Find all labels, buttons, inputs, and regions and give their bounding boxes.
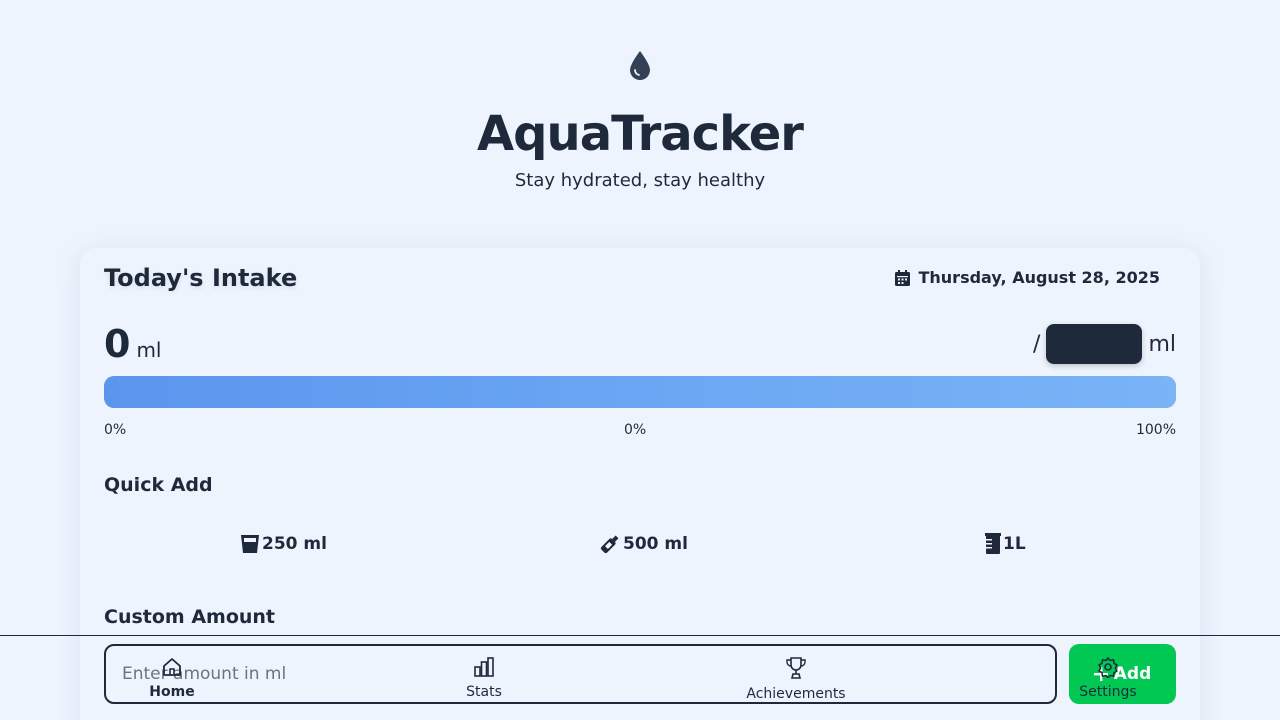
nav-label: Home <box>149 684 195 700</box>
water-drop-icon <box>630 51 650 80</box>
quick-add-label: 250 ml <box>262 534 327 554</box>
date-text: Thursday, August 28, 2025 <box>918 268 1160 287</box>
nav-item-stats[interactable]: Stats <box>404 656 564 700</box>
quick-add-1l-button[interactable]: 1L <box>985 530 1026 558</box>
current-intake-unit: ml <box>136 338 162 362</box>
nav-item-home[interactable]: Home <box>92 656 252 700</box>
app-subtitle: Stay hydrated, stay healthy <box>514 170 766 191</box>
gear-icon <box>1098 657 1118 678</box>
nav-label: Stats <box>466 684 502 700</box>
quick-add-label: 1L <box>1003 534 1026 554</box>
bottle-icon <box>600 535 619 554</box>
intake-title: Today's Intake <box>104 264 298 292</box>
progress-bar <box>104 376 1176 408</box>
progress-label-current: 0% <box>624 422 647 438</box>
home-icon <box>163 658 181 676</box>
quick-add-title: Quick Add <box>104 474 213 496</box>
nav-label: Achievements <box>746 686 846 702</box>
nav-item-achievements[interactable]: Achievements <box>716 656 876 702</box>
daily-goal: / ml <box>1033 324 1176 364</box>
quick-add-label: 500 ml <box>623 534 688 554</box>
custom-amount-title: Custom Amount <box>104 606 276 628</box>
date-display: Thursday, August 28, 2025 <box>895 268 1160 287</box>
current-intake: 0 ml <box>104 322 162 366</box>
calendar-icon <box>895 269 911 286</box>
jug-icon <box>985 533 1001 554</box>
quick-add-250-button[interactable]: 250 ml <box>240 530 327 558</box>
trophy-icon <box>786 657 806 679</box>
glass-icon <box>241 535 259 553</box>
app-title: AquaTracker <box>477 106 804 162</box>
bar-chart-icon <box>474 657 494 677</box>
quick-add-500-button[interactable]: 500 ml <box>599 530 688 558</box>
goal-unit: ml <box>1148 331 1176 357</box>
current-intake-value: 0 <box>104 322 131 366</box>
progress-label-start: 0% <box>104 422 127 438</box>
goal-separator: / <box>1033 331 1041 357</box>
nav-label: Settings <box>1079 684 1137 700</box>
bottom-nav: Home Stats Achievements Settings <box>0 635 1280 720</box>
goal-input[interactable] <box>1046 324 1143 364</box>
progress-label-end: 100% <box>1135 422 1176 438</box>
nav-item-settings[interactable]: Settings <box>1028 656 1188 700</box>
